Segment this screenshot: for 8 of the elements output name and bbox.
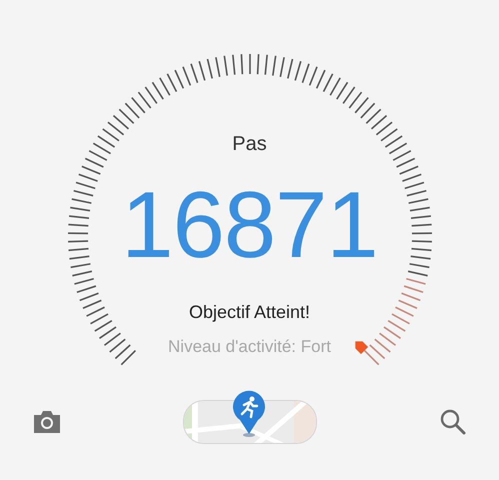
search-icon[interactable] [440, 409, 466, 435]
metric-label: Pas [232, 133, 267, 156]
goal-status: Objectif Atteint! [188, 302, 310, 323]
step-count: 16871 [121, 178, 378, 272]
activity-level: Niveau d'activité: Fort [168, 337, 331, 357]
camera-icon[interactable] [32, 409, 62, 435]
progress-marker [355, 341, 368, 354]
runner-pin-icon [231, 390, 267, 438]
